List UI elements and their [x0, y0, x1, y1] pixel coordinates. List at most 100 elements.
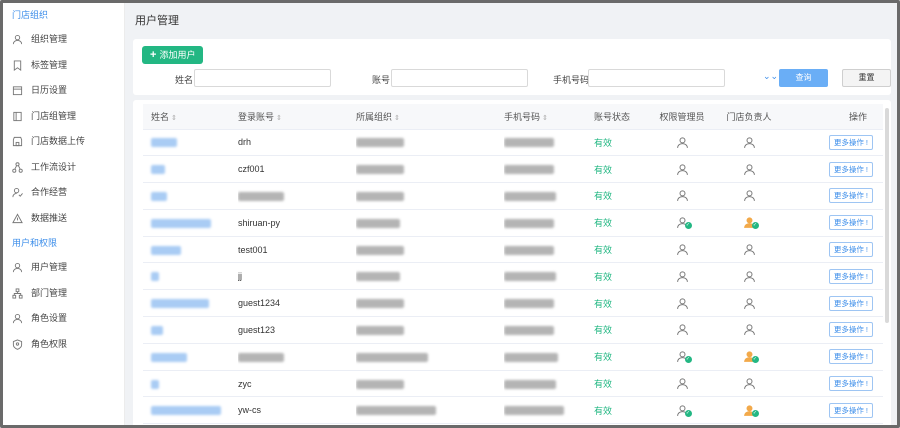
sidebar-item-cooperation[interactable]: 合作经营 — [3, 180, 124, 206]
redacted-name[interactable] — [151, 379, 159, 389]
cell-account: guest1234 — [238, 289, 356, 318]
sidebar: 门店组织 组织管理 标签管理 日历设置 门店组管理 门店数据上传 工作流设计 合作经营 数据推… — [3, 3, 125, 425]
more-actions-button[interactable]: 更多操作 ! — [828, 188, 873, 204]
cell-admin[interactable] — [652, 289, 712, 318]
reset-button[interactable]: 重置 — [842, 69, 891, 87]
more-actions-button[interactable]: 更多操作 ! — [828, 134, 873, 150]
admin-user-icon: ✓ — [676, 404, 692, 417]
cell-admin[interactable]: ✓ — [652, 209, 712, 237]
admin-user-icon — [676, 323, 689, 336]
sidebar-item-workflow[interactable]: 工作流设计 — [3, 155, 124, 181]
sidebar-item-store-upload[interactable]: 门店数据上传 — [3, 129, 124, 155]
cell-phone — [504, 262, 594, 291]
account-filter-input[interactable] — [391, 69, 528, 87]
redacted-phone — [504, 165, 554, 175]
table-scrollbar[interactable] — [885, 108, 889, 323]
header-actions: 操作 — [786, 104, 883, 130]
more-actions-button[interactable]: 更多操作 ! — [828, 161, 873, 177]
cell-owner[interactable] — [712, 129, 786, 157]
more-actions-button[interactable]: 更多操作 ! — [828, 242, 873, 258]
cell-admin[interactable]: ✓ — [652, 396, 712, 425]
sidebar-item-calendar[interactable]: 日历设置 — [3, 78, 124, 104]
redacted-org — [356, 192, 404, 202]
sidebar-item-label: 工作流设计 — [31, 161, 77, 172]
cell-admin[interactable] — [652, 129, 712, 157]
cell-owner[interactable] — [712, 236, 786, 264]
table-row[interactable]: guest1234 有效 更多操作 ! — [143, 289, 883, 318]
sidebar-item-org[interactable]: 组织管理 — [3, 27, 124, 53]
user-manage-icon — [12, 262, 23, 273]
cell-admin[interactable] — [652, 155, 712, 184]
more-actions-button[interactable]: 更多操作 ! — [828, 349, 873, 365]
cell-owner[interactable] — [712, 316, 786, 344]
plus-icon: + — [150, 49, 157, 61]
table-row[interactable]: test001 有效 更多操作 ! — [143, 236, 883, 264]
table-row[interactable]: 有效 更多操作 ! — [143, 182, 883, 210]
header-org[interactable]: 所属组织 ⇕ — [356, 104, 504, 130]
redacted-name[interactable] — [151, 352, 187, 362]
header-name[interactable]: 姓名 ⇕ — [143, 104, 238, 130]
cell-admin[interactable] — [652, 236, 712, 264]
redacted-name[interactable] — [151, 165, 165, 175]
redacted-name[interactable] — [151, 138, 177, 148]
cell-owner[interactable]: ✓ — [712, 396, 786, 425]
redacted-name[interactable] — [151, 299, 209, 309]
cell-owner[interactable]: ✓ — [712, 343, 786, 371]
more-actions-button[interactable]: 更多操作 ! — [828, 322, 873, 338]
cell-owner[interactable]: ✓ — [712, 209, 786, 237]
store-upload-icon — [12, 136, 23, 147]
cell-owner[interactable] — [712, 155, 786, 184]
redacted-name[interactable] — [151, 326, 163, 336]
cell-org — [356, 396, 504, 425]
cell-owner[interactable] — [712, 370, 786, 398]
cell-owner[interactable] — [712, 289, 786, 318]
query-button[interactable]: 查询 — [779, 69, 828, 87]
redacted-name[interactable] — [151, 272, 159, 282]
cell-admin[interactable] — [652, 182, 712, 210]
sidebar-item-store-group[interactable]: 门店组管理 — [3, 104, 124, 130]
table-row[interactable]: 有效 ✓ ✓ 更多操作 ! — [143, 343, 883, 371]
more-actions-button[interactable]: 更多操作 ! — [828, 295, 873, 311]
sidebar-item-bookmark[interactable]: 标签管理 — [3, 53, 124, 79]
admin-user-icon — [676, 136, 689, 149]
status-badge: 有效 — [594, 289, 652, 318]
sidebar-item-label: 日历设置 — [31, 85, 68, 95]
more-actions-button[interactable]: 更多操作 ! — [828, 376, 873, 392]
redacted-name[interactable] — [151, 192, 167, 202]
more-actions-button[interactable]: 更多操作 ! — [828, 402, 873, 418]
expand-chevron-icon[interactable]: ⌄⌄ — [763, 71, 778, 82]
cell-owner[interactable] — [712, 262, 786, 291]
table-row[interactable]: drh 有效 更多操作 ! — [143, 129, 883, 157]
cell-admin[interactable] — [652, 262, 712, 291]
redacted-name[interactable] — [151, 406, 221, 416]
table-row[interactable]: jj 有效 更多操作 ! — [143, 262, 883, 291]
phone-filter-input[interactable] — [588, 69, 725, 87]
sidebar-item-department[interactable]: 部门管理 — [3, 281, 124, 307]
sidebar-item-role[interactable]: 角色设置 — [3, 306, 124, 332]
cell-admin[interactable] — [652, 370, 712, 398]
header-phone[interactable]: 手机号码 ⇕ — [504, 104, 594, 130]
cell-owner[interactable] — [712, 182, 786, 210]
sidebar-item-shield[interactable]: 角色权限 — [3, 332, 124, 358]
sidebar-item-user-manage[interactable]: 用户管理 — [3, 255, 124, 281]
header-account[interactable]: 登录账号 ⇕ — [238, 104, 356, 130]
cell-admin[interactable] — [652, 316, 712, 344]
redacted-name[interactable] — [151, 245, 181, 255]
table-row[interactable]: yw-cs 有效 ✓ ✓ 更多操作 ! — [143, 396, 883, 425]
cell-org — [356, 262, 504, 291]
cell-admin[interactable]: ✓ — [652, 343, 712, 371]
check-icon: ✓ — [751, 222, 759, 230]
sidebar-item-push[interactable]: 数据推送 — [3, 206, 124, 232]
table-row[interactable]: guest123 有效 更多操作 ! — [143, 316, 883, 344]
more-actions-button[interactable]: 更多操作 ! — [828, 268, 873, 284]
table-row[interactable]: czf001 有效 更多操作 ! — [143, 155, 883, 184]
table-row[interactable]: shiruan-py 有效 ✓ ✓ 更多操作 ! — [143, 209, 883, 237]
table-row[interactable]: zyc 有效 更多操作 ! — [143, 370, 883, 398]
cell-account: yw-cs — [238, 396, 356, 425]
redacted-account — [238, 192, 284, 202]
name-filter-input[interactable] — [194, 69, 331, 87]
more-actions-button[interactable]: 更多操作 ! — [828, 215, 873, 231]
add-user-button[interactable]: + 添加用户 — [142, 46, 204, 64]
store-owner-icon — [743, 189, 756, 202]
redacted-name[interactable] — [151, 218, 211, 228]
